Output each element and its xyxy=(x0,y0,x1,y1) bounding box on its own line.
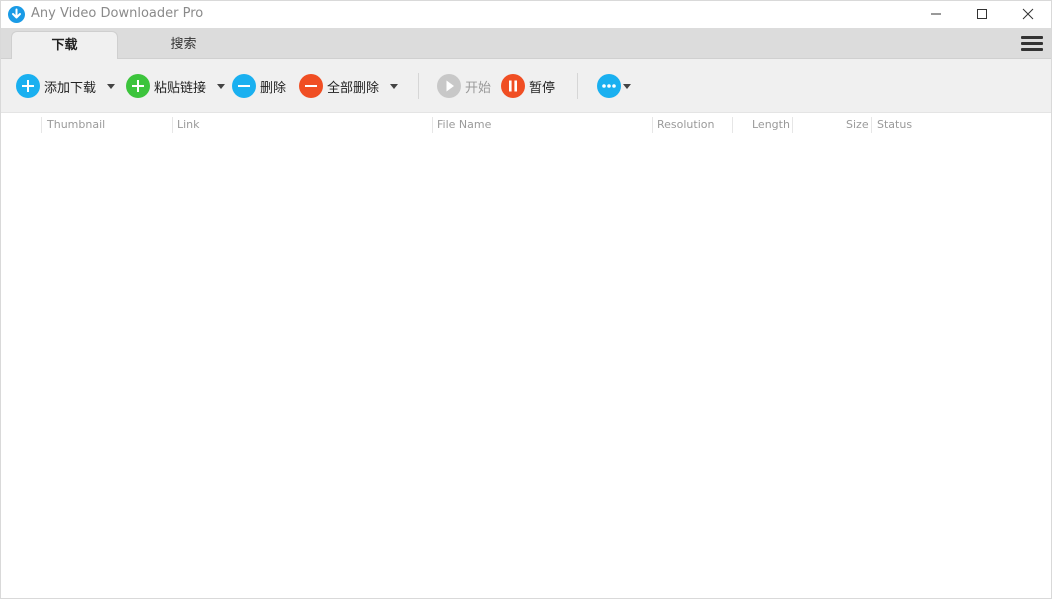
column-thumbnail[interactable]: Thumbnail xyxy=(47,118,105,131)
close-icon xyxy=(1022,8,1034,20)
maximize-button[interactable] xyxy=(959,1,1005,28)
column-divider[interactable] xyxy=(792,117,793,133)
minus-icon xyxy=(299,74,323,98)
plus-icon xyxy=(16,74,40,98)
menu-icon[interactable] xyxy=(1021,36,1043,52)
pause-button[interactable]: 暂停 xyxy=(501,73,555,99)
tab-download[interactable]: 下载 xyxy=(11,31,118,59)
delete-button[interactable]: 删除 xyxy=(232,73,286,99)
pause-label: 暂停 xyxy=(529,80,556,96)
column-resolution[interactable]: Resolution xyxy=(657,118,714,131)
minus-icon xyxy=(232,74,256,98)
paste-link-label: 粘贴链接 xyxy=(154,80,207,96)
add-download-label: 添加下载 xyxy=(44,80,97,96)
start-label: 开始 xyxy=(465,80,492,96)
more-options-button[interactable] xyxy=(597,73,621,99)
column-divider[interactable] xyxy=(41,117,42,133)
column-status[interactable]: Status xyxy=(877,118,912,131)
column-size[interactable]: Size xyxy=(846,118,869,131)
minimize-button[interactable] xyxy=(913,1,959,28)
delete-all-button[interactable]: 全部删除 xyxy=(299,73,379,99)
column-length[interactable]: Length xyxy=(752,118,790,131)
app-window: Any Video Downloader Pro 下载 搜索 添加下载 粘贴链接 xyxy=(0,0,1052,599)
maximize-icon xyxy=(977,9,987,19)
download-list[interactable] xyxy=(1,137,1051,598)
column-divider[interactable] xyxy=(432,117,433,133)
title-bar: Any Video Downloader Pro xyxy=(1,1,1051,28)
column-link[interactable]: Link xyxy=(177,118,200,131)
more-dots-icon xyxy=(597,74,621,98)
more-options-dropdown-icon[interactable] xyxy=(623,84,631,89)
plus-icon xyxy=(126,74,150,98)
toolbar-divider xyxy=(418,73,419,99)
play-icon xyxy=(437,74,461,98)
window-title: Any Video Downloader Pro xyxy=(31,6,204,21)
tab-bar: 下载 搜索 xyxy=(1,28,1051,59)
tab-search[interactable]: 搜索 xyxy=(131,31,236,58)
pause-icon xyxy=(501,74,525,98)
add-download-dropdown-icon[interactable] xyxy=(107,84,115,89)
paste-link-button[interactable]: 粘贴链接 xyxy=(126,73,206,99)
close-button[interactable] xyxy=(1005,1,1051,28)
delete-all-dropdown-icon[interactable] xyxy=(390,84,398,89)
column-file-name[interactable]: File Name xyxy=(437,118,491,131)
column-divider[interactable] xyxy=(172,117,173,133)
delete-label: 删除 xyxy=(260,80,287,96)
download-list-header: Thumbnail Link File Name Resolution Leng… xyxy=(1,113,1051,137)
paste-link-dropdown-icon[interactable] xyxy=(217,84,225,89)
add-download-button[interactable]: 添加下载 xyxy=(16,73,96,99)
delete-all-label: 全部删除 xyxy=(327,80,380,96)
column-divider[interactable] xyxy=(652,117,653,133)
column-divider[interactable] xyxy=(871,117,872,133)
download-arrow-icon xyxy=(8,6,25,23)
toolbar-divider xyxy=(577,73,578,99)
column-divider[interactable] xyxy=(732,117,733,133)
toolbar: 添加下载 粘贴链接 删除 全部删除 开始 暂停 xyxy=(1,59,1051,113)
minimize-icon xyxy=(931,13,941,15)
start-button[interactable]: 开始 xyxy=(437,73,491,99)
